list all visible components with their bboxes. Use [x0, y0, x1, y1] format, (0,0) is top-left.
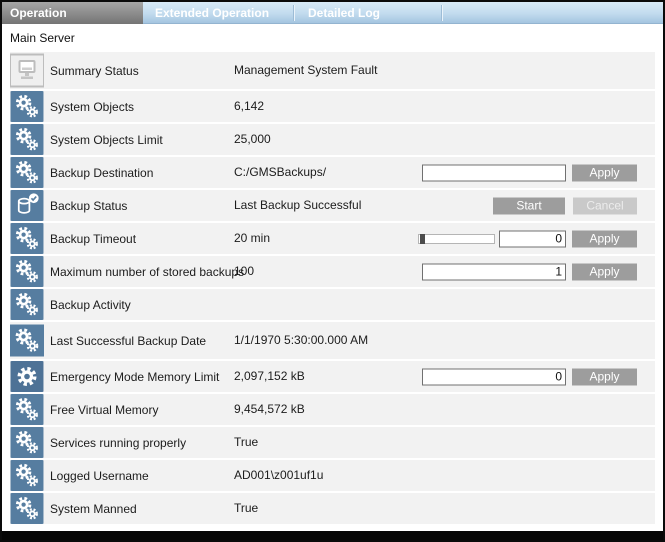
property-value: 2,097,152 kB — [234, 361, 402, 392]
property-value: 20 min — [234, 223, 402, 254]
property-value: 25,000 — [234, 124, 402, 155]
property-row: System Objects6,142 — [10, 91, 655, 122]
property-label: System Objects Limit — [50, 124, 232, 155]
property-label: Backup Status — [50, 190, 232, 221]
property-label: Free Virtual Memory — [50, 394, 232, 425]
tab-operation[interactable]: Operation — [2, 2, 143, 24]
property-label: Summary Status — [50, 52, 232, 89]
app-window: Operation Extended Operation Detailed Lo… — [0, 0, 665, 542]
tab-detailed-log[interactable]: Detailed Log — [295, 2, 442, 23]
bottom-bar — [2, 531, 663, 540]
property-row: Maximum number of stored backups100 Apply — [10, 256, 655, 287]
computer-icon — [10, 52, 44, 89]
property-value: AD001\z001uf1u — [234, 460, 402, 491]
gears-icon — [10, 493, 44, 524]
property-row: System MannedTrue — [10, 493, 655, 524]
property-label: System Objects — [50, 91, 232, 122]
property-row: Free Virtual Memory9,454,572 kB — [10, 394, 655, 425]
property-value: Last Backup Successful — [234, 190, 402, 221]
gears-icon — [10, 460, 44, 491]
property-row: Backup DestinationC:/GMSBackups/Apply — [10, 157, 655, 188]
timeout-slider[interactable] — [418, 234, 495, 244]
property-row: Emergency Mode Memory Limit2,097,152 kB A… — [10, 361, 655, 392]
apply-button[interactable]: Apply — [572, 164, 637, 181]
apply-button[interactable]: Apply — [572, 263, 637, 280]
property-row: Backup Activity — [10, 289, 655, 320]
property-value: True — [234, 427, 402, 458]
property-value: Management System Fault — [234, 52, 402, 89]
property-label: Last Successful Backup Date — [50, 322, 232, 359]
gears-icon — [10, 427, 44, 458]
start-button[interactable]: Start — [493, 197, 565, 214]
property-list: Summary StatusManagement System FaultSys… — [2, 52, 663, 526]
value-input[interactable] — [499, 230, 566, 247]
apply-button[interactable]: Apply — [572, 230, 637, 247]
property-row: Services running properlyTrue — [10, 427, 655, 458]
property-label: Maximum number of stored backups — [50, 256, 232, 287]
property-row: System Objects Limit25,000 — [10, 124, 655, 155]
property-row: Summary StatusManagement System Fault — [10, 52, 655, 89]
property-label: Backup Activity — [50, 289, 232, 320]
tab-separator — [442, 5, 443, 21]
gears-icon — [10, 157, 44, 188]
property-row: Last Successful Backup Date1/1/1970 5:30… — [10, 322, 655, 359]
gears-icon — [10, 91, 44, 122]
property-row: Logged UsernameAD001\z001uf1u — [10, 460, 655, 491]
property-label: Logged Username — [50, 460, 232, 491]
property-value: True — [234, 493, 402, 524]
property-label: System Manned — [50, 493, 232, 524]
property-row: Backup Timeout20 min Apply — [10, 223, 655, 254]
property-value: C:/GMSBackups/ — [234, 157, 402, 188]
property-label: Backup Timeout — [50, 223, 232, 254]
page-title: Main Server — [2, 24, 663, 52]
tab-extended-operation[interactable]: Extended Operation — [143, 2, 294, 23]
property-value — [234, 289, 402, 320]
tab-bar: Operation Extended Operation Detailed Lo… — [2, 2, 663, 24]
slider-handle[interactable] — [420, 234, 425, 244]
property-label: Backup Destination — [50, 157, 232, 188]
gears-icon — [10, 124, 44, 155]
value-input[interactable] — [422, 368, 566, 385]
value-input[interactable] — [422, 263, 566, 280]
gears-icon — [10, 322, 44, 359]
database-check-icon — [10, 190, 44, 221]
gears-icon — [10, 256, 44, 287]
property-row: Backup StatusLast Backup Successful Start… — [10, 190, 655, 221]
property-value: 6,142 — [234, 91, 402, 122]
gears-icon — [10, 394, 44, 425]
gear-icon — [10, 361, 44, 392]
value-input[interactable] — [422, 164, 566, 181]
cancel-button[interactable]: Cancel — [573, 197, 637, 214]
property-label: Services running properly — [50, 427, 232, 458]
property-value: 100 — [234, 256, 402, 287]
tab-strip: Extended Operation Detailed Log — [143, 2, 663, 24]
property-value: 1/1/1970 5:30:00.000 AM — [234, 322, 402, 359]
gears-icon — [10, 289, 44, 320]
gears-icon — [10, 223, 44, 254]
apply-button[interactable]: Apply — [572, 368, 637, 385]
property-value: 9,454,572 kB — [234, 394, 402, 425]
property-label: Emergency Mode Memory Limit — [50, 361, 232, 392]
